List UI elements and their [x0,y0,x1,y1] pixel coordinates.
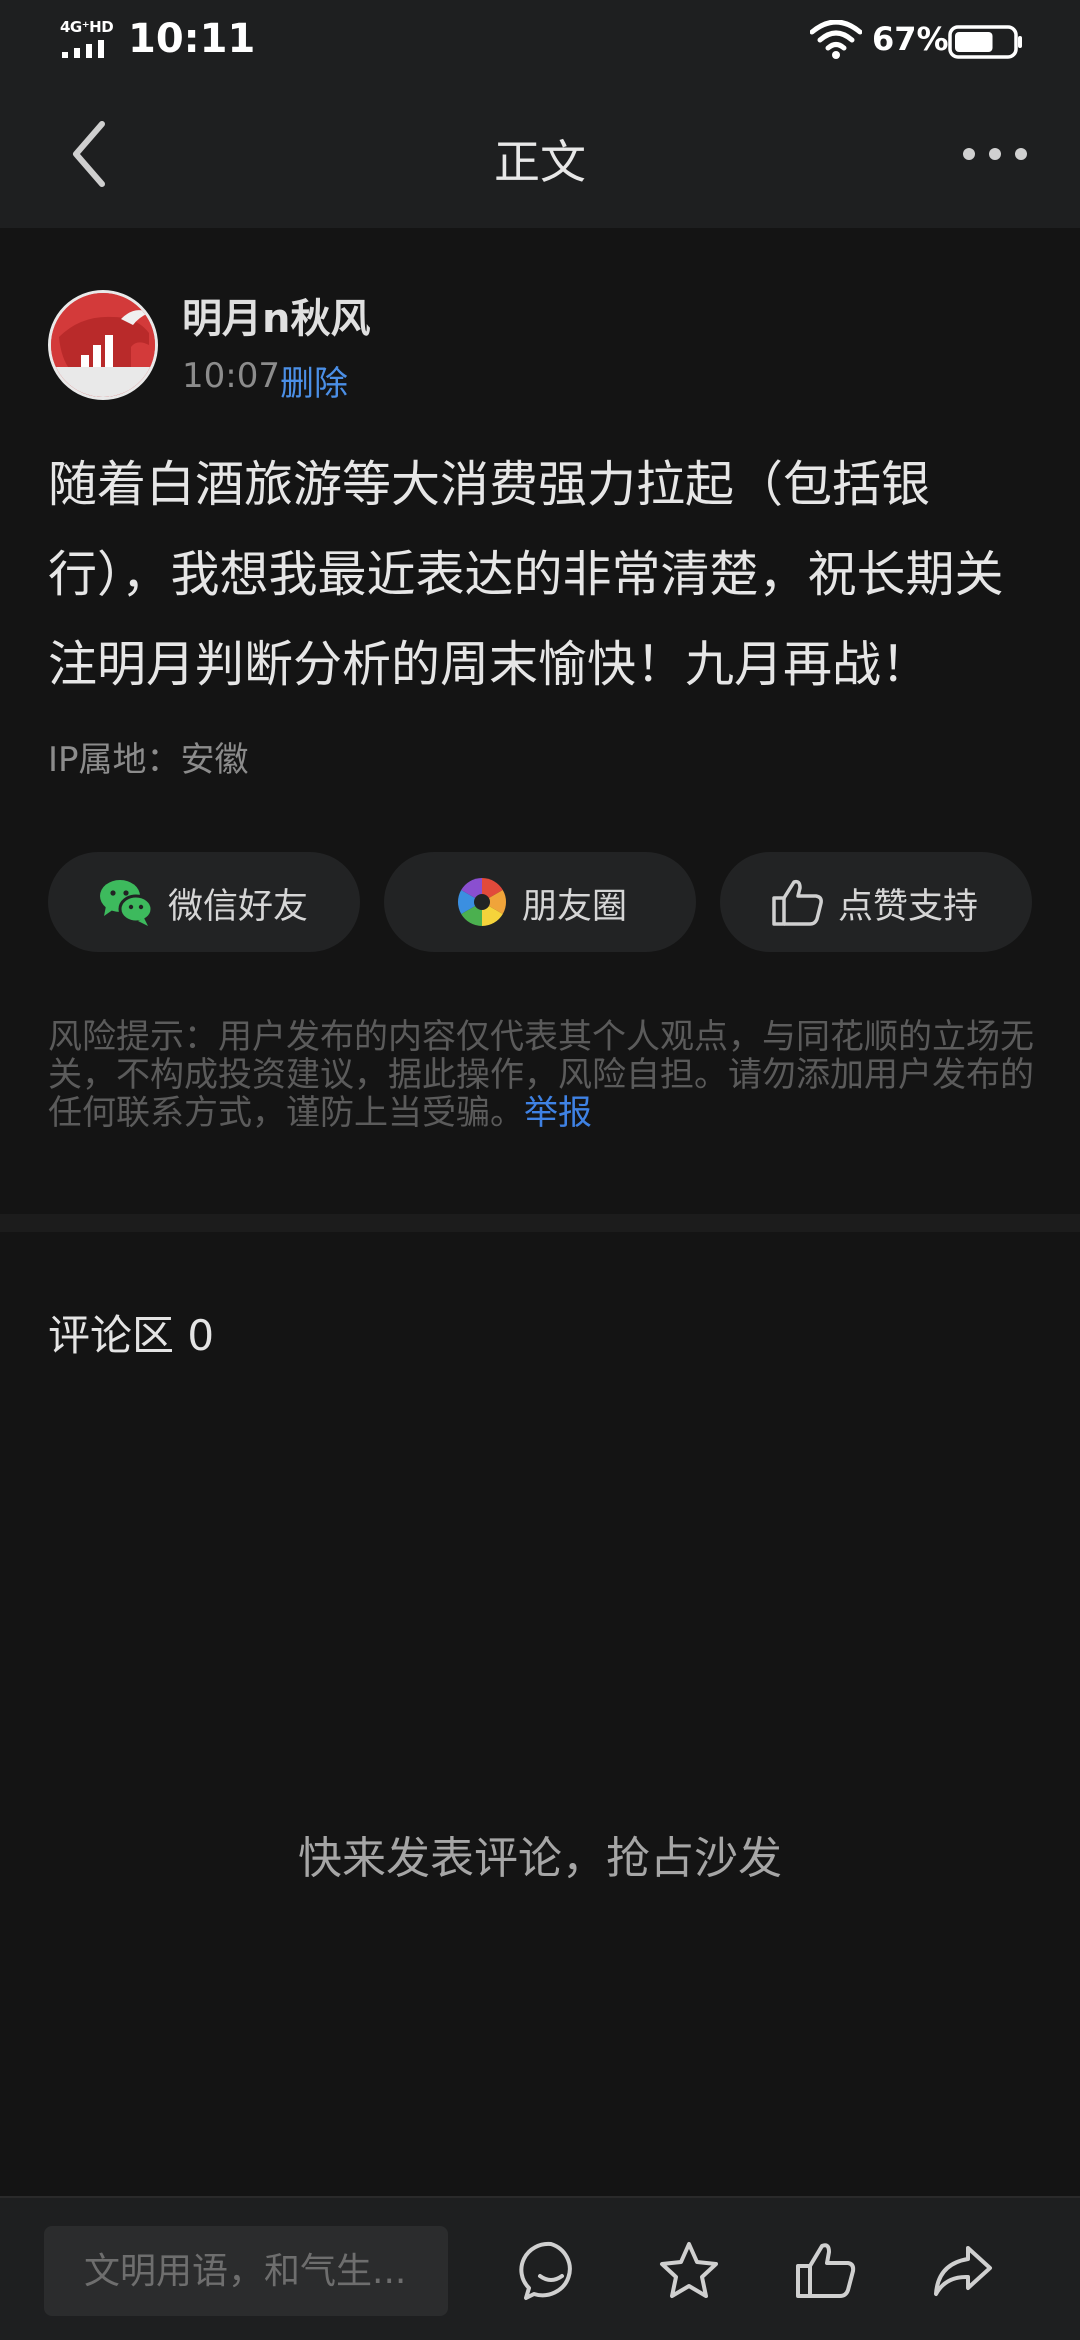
risk-notice: 风险提示：用户发布的内容仅代表其个人观点，与同花顺的立场无关，不构成投资建议，据… [48,1018,1038,1132]
moments-aperture-icon [457,878,507,926]
thumbs-up-icon [772,879,823,926]
page-title: 正文 [494,135,586,189]
bull-logo-icon [51,293,155,397]
favorite-button[interactable] [656,2238,722,2304]
like-button[interactable] [792,2238,858,2304]
share-moments-button[interactable]: 朋友圈 [384,852,696,952]
share-wechat-button[interactable]: 微信好友 [48,852,360,952]
bottom-bar [0,2196,1080,2340]
navigation-bar: 正文 [0,82,1080,228]
post-content: 随着白酒旅游等大消费强力拉起（包括银行），我想我最近表达的非常清楚，祝长期关注明… [48,456,1004,693]
signal-icon [62,40,104,58]
top-area: 4G⁺HD 10:11 67% 正文 [0,0,1080,228]
status-bar: 4G⁺HD 10:11 67% [0,0,1080,82]
ip-location: IP属地：安徽 [48,740,249,780]
section-divider [0,1214,1080,1232]
clock: 10:11 [128,16,256,62]
star-icon [660,2242,718,2298]
wifi-icon [810,20,862,59]
thumbs-up-icon [796,2243,856,2298]
like-support-button[interactable]: 点赞支持 [720,852,1032,952]
comment-button[interactable] [518,2238,584,2304]
like-support-label: 点赞支持 [838,887,979,927]
comment-input[interactable] [44,2226,448,2316]
more-button[interactable] [960,138,1030,170]
post-detail-page: 4G⁺HD 10:11 67% 正文 明月n秋风 10:07 删除 随着白酒旅游… [0,0,1080,2340]
wechat-icon [100,880,154,926]
delete-link[interactable]: 删除 [280,356,348,405]
more-dots-icon [963,148,1027,160]
battery-percent: 67% [872,20,949,58]
author-name[interactable]: 明月n秋风 [182,286,370,344]
comment-bubble-icon [519,2241,572,2300]
share-moments-label: 朋友圈 [522,887,628,927]
empty-comments-hint: 快来发表评论，抢占沙发 [298,1833,782,1884]
report-link[interactable]: 举报 [524,1093,592,1133]
post-time: 10:07 [182,356,280,396]
battery-icon [948,25,1022,59]
share-wechat-label: 微信好友 [168,887,309,927]
share-button[interactable] [930,2238,996,2304]
network-type: 4G⁺HD [60,18,114,36]
avatar[interactable] [48,290,158,400]
share-arrow-icon [934,2246,992,2296]
comments-title: 评论区 0 [48,1311,215,1360]
network-indicator: 4G⁺HD [60,18,116,60]
